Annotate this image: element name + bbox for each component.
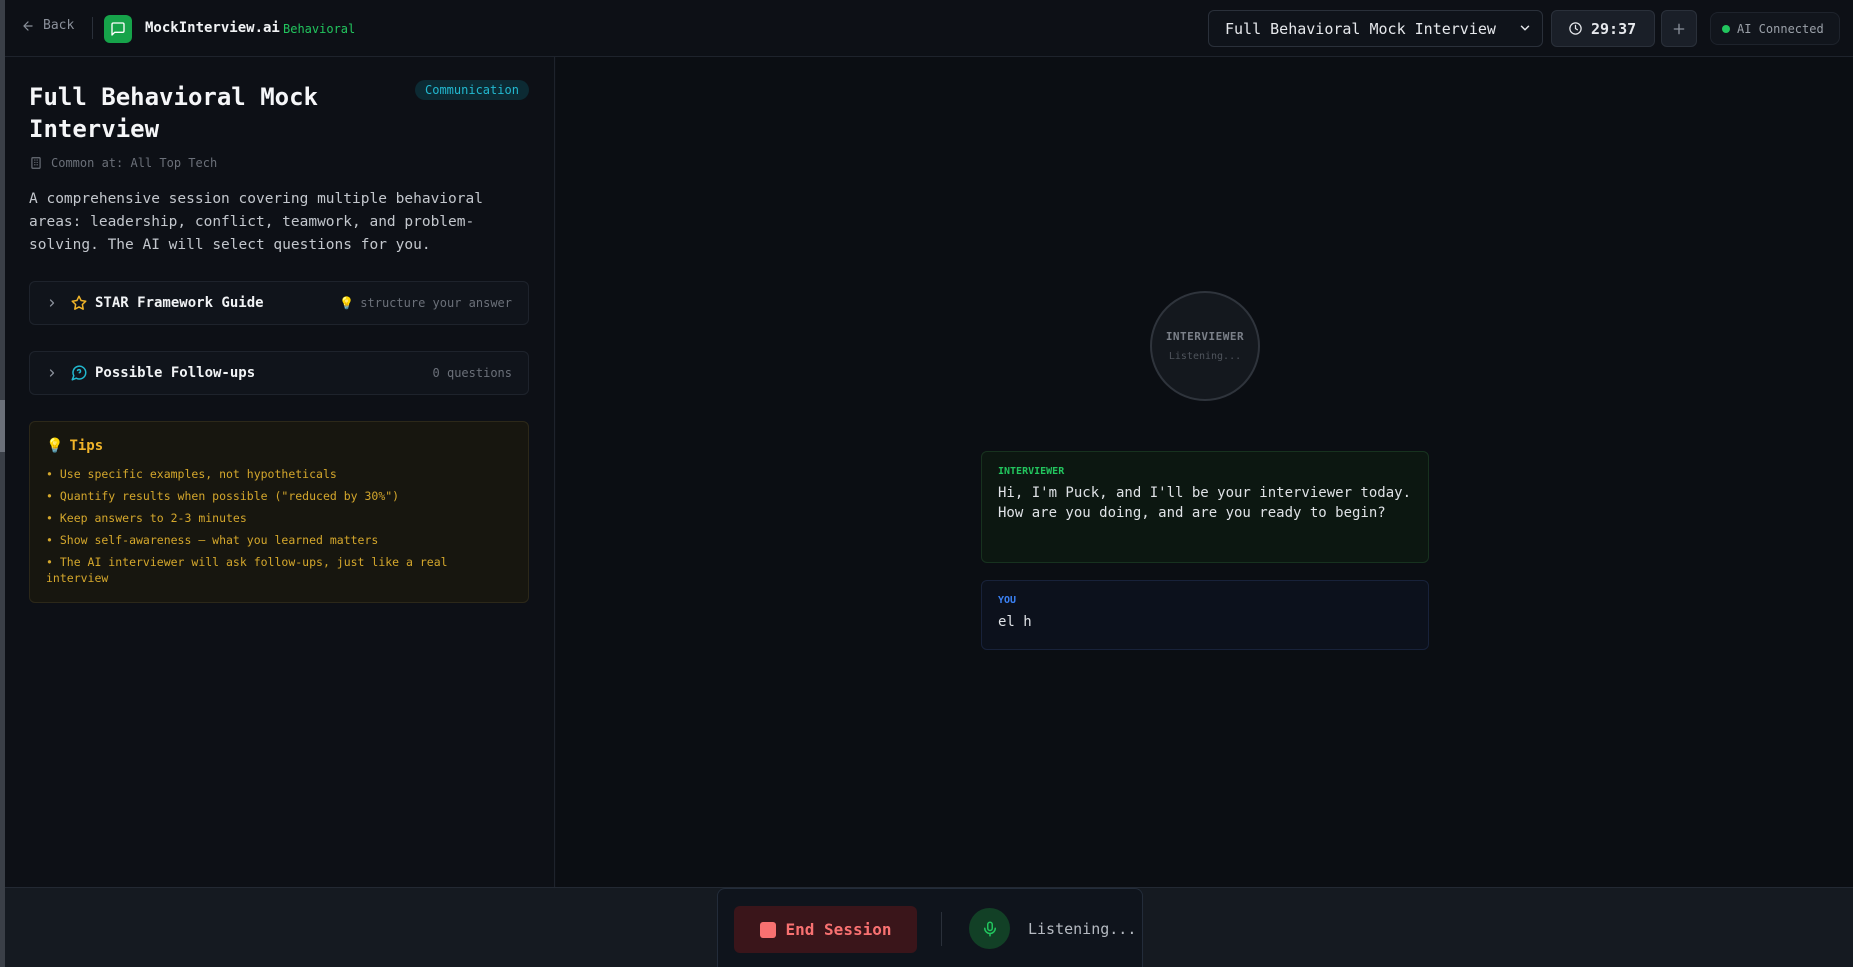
avatar-label: INTERVIEWER	[1165, 330, 1245, 343]
add-button[interactable]	[1661, 10, 1697, 47]
common-at-label: Common at: All Top Tech	[51, 156, 218, 170]
chat-bubble-icon	[111, 22, 125, 36]
brand-name: MockInterview.ai	[145, 20, 280, 36]
tip-item: • The AI interviewer will ask follow-ups…	[46, 555, 448, 585]
tips-title-text: Tips	[69, 438, 104, 454]
listening-status: Listening...	[1028, 920, 1137, 938]
tips-box: 💡 Tips • Use specific examples, not hypo…	[29, 421, 529, 603]
message-text: el h	[998, 614, 1032, 630]
tips-list: • Use specific examples, not hypothetica…	[46, 466, 506, 592]
message-text: Hi, I'm Puck, and I'll be your interview…	[998, 485, 1412, 521]
status-dot	[1722, 24, 1730, 33]
interview-stage: INTERVIEWER Listening... INTERVIEWER Hi,…	[556, 57, 1853, 887]
session-select-value: Full Behavioral Mock Interview	[1225, 19, 1496, 38]
header-divider	[92, 17, 93, 39]
tips-title: 💡 Tips	[46, 438, 103, 454]
followups-count: 0 questions	[432, 366, 512, 380]
app-root: Back MockInterview.ai Behavioral Full Be…	[5, 0, 1853, 967]
microphone-icon	[983, 921, 996, 936]
building-icon	[31, 157, 41, 169]
chevron-down-icon	[1520, 25, 1530, 31]
tip-item: • Quantify results when possible ("reduc…	[46, 489, 400, 503]
bottom-bar: End Session Listening...	[5, 887, 1853, 967]
chevron-right-icon	[49, 299, 55, 307]
interviewer-message: INTERVIEWER Hi, I'm Puck, and I'll be yo…	[981, 451, 1429, 563]
back-label: Back	[43, 18, 75, 33]
clock-icon	[1569, 22, 1582, 35]
controls-divider	[941, 912, 942, 946]
star-guide-hint-text: structure your answer	[360, 296, 512, 310]
question-description: A comprehensive session covering multipl…	[29, 191, 483, 253]
arrow-left-icon	[23, 20, 33, 31]
stop-icon	[759, 921, 776, 938]
chevron-right-icon	[49, 369, 55, 377]
end-session-button[interactable]: End Session	[734, 906, 917, 953]
avatar-status: Listening...	[1168, 351, 1242, 362]
session-timer: 29:37	[1551, 10, 1655, 47]
app-logo	[104, 15, 132, 43]
star-guide-label: STAR Framework Guide	[95, 295, 264, 311]
message-speaker: YOU	[998, 595, 1017, 606]
star-guide-accordion[interactable]: STAR Framework Guide 💡 structure your an…	[29, 281, 529, 325]
mic-button[interactable]	[969, 908, 1010, 949]
session-controls: End Session Listening...	[717, 888, 1143, 967]
back-button[interactable]: Back	[21, 18, 74, 33]
tip-item: • Show self-awareness — what you learned…	[46, 533, 379, 547]
common-at: Common at: All Top Tech	[29, 156, 217, 170]
question-panel: Full Behavioral Mock Interview Communica…	[5, 57, 555, 887]
session-select[interactable]: Full Behavioral Mock Interview	[1208, 10, 1543, 47]
tip-item: • Use specific examples, not hypothetica…	[46, 467, 337, 481]
lightbulb-icon: 💡	[46, 438, 64, 454]
ai-status-badge: AI Connected	[1710, 12, 1840, 45]
question-title: Full Behavioral Mock Interview	[29, 83, 318, 143]
user-message: YOU el h	[981, 580, 1429, 650]
star-guide-hint: 💡 structure your answer	[339, 296, 512, 310]
lightbulb-icon: 💡	[339, 296, 355, 310]
category-badge: Communication	[415, 80, 529, 100]
star-icon	[71, 295, 87, 310]
message-speaker: INTERVIEWER	[998, 466, 1065, 477]
end-session-label: End Session	[785, 920, 892, 939]
followups-accordion[interactable]: Possible Follow-ups 0 questions	[29, 351, 529, 395]
message-circle-icon	[71, 365, 87, 381]
interviewer-avatar: INTERVIEWER Listening...	[1150, 291, 1260, 401]
tip-item: • Keep answers to 2-3 minutes	[46, 511, 247, 525]
plus-icon	[1673, 23, 1685, 34]
ai-status-label: AI Connected	[1737, 21, 1824, 36]
brand-tag: Behavioral	[283, 22, 356, 36]
top-header: Back MockInterview.ai Behavioral Full Be…	[5, 0, 1853, 57]
followups-label: Possible Follow-ups	[95, 365, 256, 381]
timer-value: 29:37	[1591, 19, 1637, 38]
